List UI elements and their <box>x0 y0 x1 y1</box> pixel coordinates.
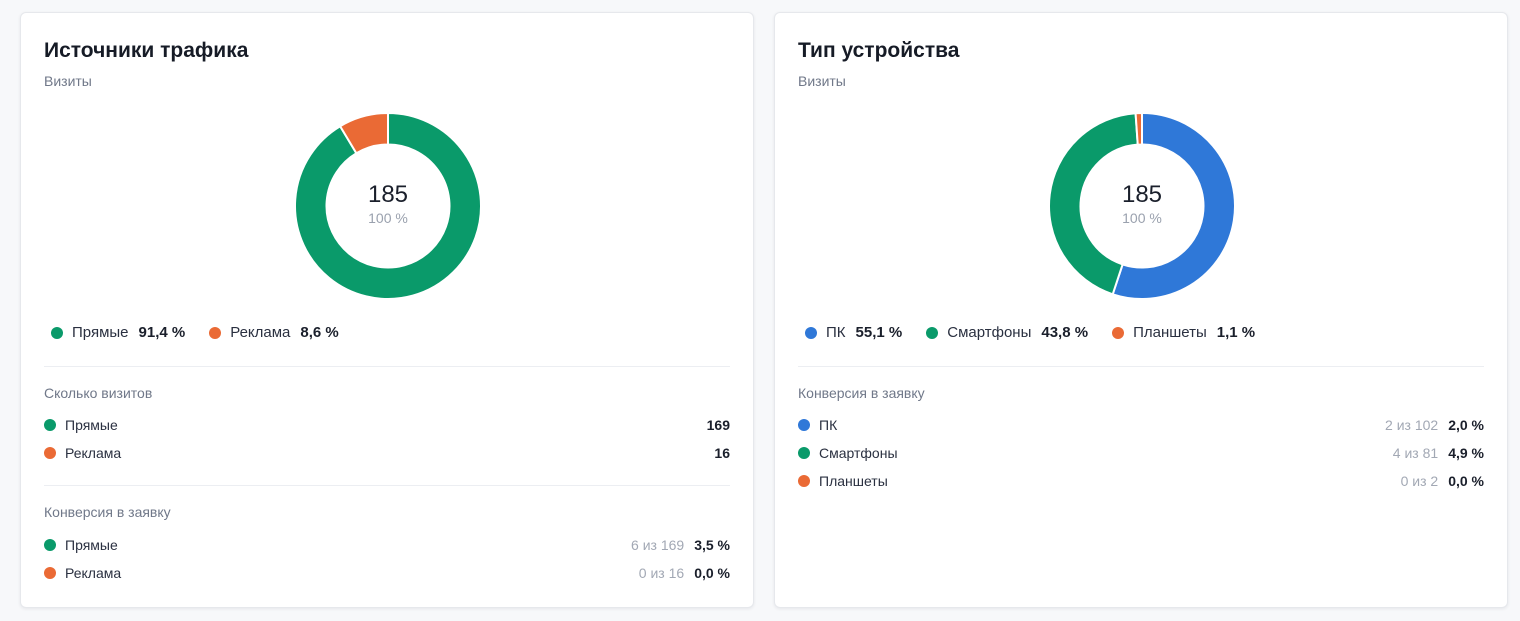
row-value: 16 <box>714 445 730 461</box>
card-subtitle: Визиты <box>44 73 92 89</box>
legend-label: Прямые <box>72 324 129 341</box>
legend-dot <box>51 326 63 339</box>
legend-dot <box>209 326 222 339</box>
row-value: 0,0 % <box>694 565 730 581</box>
legend-dot <box>805 326 817 339</box>
conversion-row-ads: Реклама 0 из 16 0,0 % <box>44 563 730 583</box>
row-fraction: 0 из 16 <box>638 565 685 581</box>
donut-total: 185 <box>1121 181 1163 208</box>
legend-value: 91,4 % <box>138 324 186 341</box>
row-fraction: 2 из 102 <box>1385 417 1439 433</box>
legend-value: 43,8 % <box>1041 324 1089 341</box>
conversion-row-direct: Прямые 6 из 169 3,5 % <box>44 535 730 555</box>
donut-center: 185 100 % <box>295 181 481 227</box>
row-dot <box>798 419 810 431</box>
legend-label: Смартфоны <box>947 324 1032 341</box>
legend-item-direct[interactable]: Прямые 91,4 % <box>51 324 185 341</box>
row-value: 2,0 % <box>1448 417 1484 433</box>
row-dot <box>44 447 56 459</box>
legend-label: ПК <box>826 324 846 341</box>
row-value: 3,5 % <box>694 537 730 553</box>
divider <box>44 485 730 486</box>
donut-center: 185 100 % <box>1049 181 1235 227</box>
row-fraction: 6 из 169 <box>631 537 685 553</box>
donut-chart[interactable]: 185 100 % <box>295 113 481 299</box>
donut-chart[interactable]: 185 100 % <box>1049 113 1235 299</box>
legend-value: 8,6 % <box>300 324 339 341</box>
row-dot <box>44 567 56 579</box>
legend-dot <box>926 326 939 339</box>
visits-row-ads: Реклама 16 <box>44 443 730 463</box>
legend-dot <box>1112 326 1125 339</box>
chart-legend: ПК 55,1 % Смартфоны 43,8 % Планшеты 1,1 … <box>805 324 1279 341</box>
divider <box>44 366 730 367</box>
legend-value: 1,1 % <box>1216 324 1256 341</box>
donut-percent: 100 % <box>368 210 408 226</box>
card-subtitle: Визиты <box>798 73 846 89</box>
conversion-row-pc: ПК 2 из 102 2,0 % <box>798 415 1484 435</box>
donut-segment[interactable] <box>1134 113 1143 146</box>
row-value: 4,9 % <box>1448 445 1484 461</box>
conversion-row-tablets: Планшеты 0 из 2 0,0 % <box>798 471 1484 491</box>
divider <box>798 366 1484 367</box>
donut-percent: 100 % <box>1122 210 1162 226</box>
legend-item-ads[interactable]: Реклама 8,6 % <box>209 324 339 341</box>
row-dot <box>44 419 56 431</box>
card-title: Тип устройства <box>798 39 960 62</box>
device-type-card: Тип устройства Визиты 185 100 % ПК 55,1 … <box>774 12 1508 608</box>
row-label: Реклама <box>65 445 122 461</box>
legend-label: Реклама <box>230 324 291 341</box>
row-value: 169 <box>706 417 730 433</box>
donut-total: 185 <box>367 181 409 208</box>
legend-label: Планшеты <box>1133 324 1207 341</box>
visits-section-title: Сколько визитов <box>44 385 153 401</box>
card-title: Источники трафика <box>44 39 249 62</box>
legend-item-pc[interactable]: ПК 55,1 % <box>805 324 902 341</box>
row-fraction: 4 из 81 <box>1392 445 1439 461</box>
row-label: Прямые <box>65 537 118 553</box>
visits-row-direct: Прямые 169 <box>44 415 730 435</box>
row-label: ПК <box>819 417 838 433</box>
legend-item-tablets[interactable]: Планшеты 1,1 % <box>1112 324 1255 341</box>
conversion-section-title: Конверсия в заявку <box>44 504 171 520</box>
row-value: 0,0 % <box>1448 473 1484 489</box>
row-dot <box>44 539 56 551</box>
row-dot <box>798 447 810 459</box>
row-label: Планшеты <box>819 473 888 489</box>
chart-legend: Прямые 91,4 % Реклама 8,6 % <box>51 324 363 341</box>
row-label: Реклама <box>65 565 122 581</box>
conversion-section-title: Конверсия в заявку <box>798 385 925 401</box>
conversion-row-smartphones: Смартфоны 4 из 81 4,9 % <box>798 443 1484 463</box>
row-dot <box>798 475 810 487</box>
row-fraction: 0 из 2 <box>1400 473 1439 489</box>
row-label: Смартфоны <box>819 445 898 461</box>
legend-value: 55,1 % <box>855 324 903 341</box>
row-label: Прямые <box>65 417 118 433</box>
traffic-sources-card: Источники трафика Визиты 185 100 % Прямы… <box>20 12 754 608</box>
legend-item-smartphones[interactable]: Смартфоны 43,8 % <box>926 324 1088 341</box>
